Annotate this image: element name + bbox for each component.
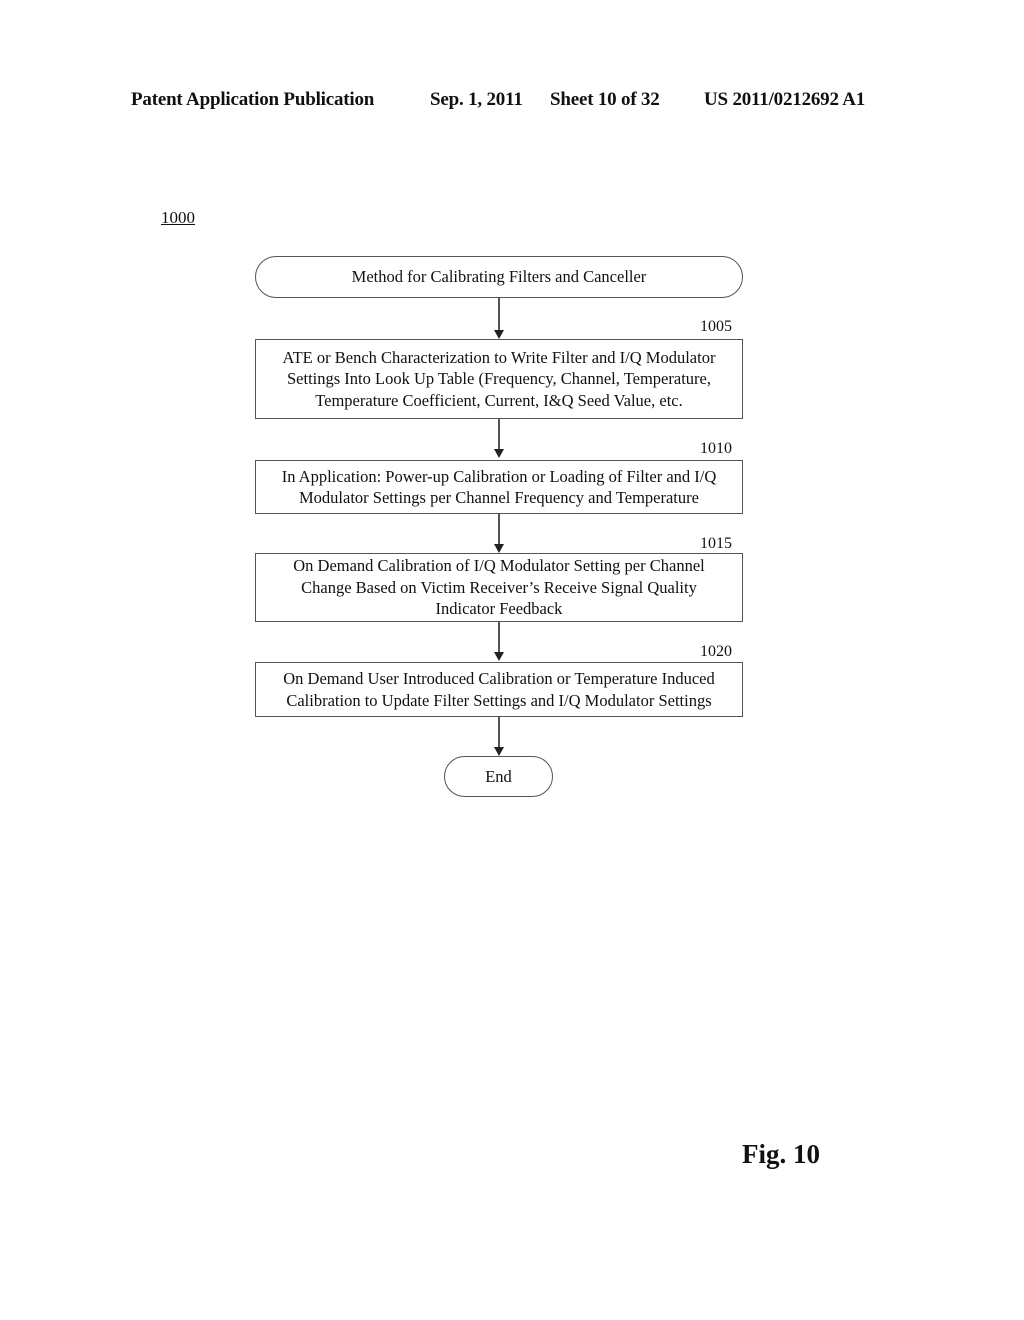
arrow-head-icon bbox=[494, 449, 504, 458]
arrow-head-icon bbox=[494, 652, 504, 661]
step-text-line: Calibration to Update Filter Settings an… bbox=[286, 690, 712, 710]
step-ref-1015: 1015 bbox=[700, 535, 732, 552]
connector-line bbox=[498, 514, 500, 544]
step-ref-1020: 1020 bbox=[700, 643, 732, 660]
publication-type: Patent Application Publication bbox=[131, 89, 375, 110]
step-box-1015: On Demand Calibration of I/Q Modulator S… bbox=[255, 553, 743, 622]
step-text-line: Indicator Feedback bbox=[435, 599, 563, 619]
connector-line bbox=[498, 622, 500, 652]
step-box-1010: In Application: Power-up Calibration or … bbox=[255, 460, 743, 514]
step-text-line: ATE or Bench Characterization to Write F… bbox=[282, 347, 716, 367]
figure-reference-numeral: 1000 bbox=[161, 208, 195, 227]
start-terminal: Method for Calibrating Filters and Cance… bbox=[255, 256, 743, 298]
step-ref-1010: 1010 bbox=[700, 440, 732, 457]
step-text-line: Settings Into Look Up Table (Frequency, … bbox=[286, 369, 711, 389]
step-ref-1005: 1005 bbox=[700, 318, 732, 335]
publication-number: US 2011/0212692 A1 bbox=[704, 89, 866, 110]
step-box-1020: On Demand User Introduced Calibration or… bbox=[255, 662, 743, 717]
step-text-line: Modulator Settings per Channel Frequency… bbox=[299, 488, 699, 507]
step-box-1005: ATE or Bench Characterization to Write F… bbox=[255, 339, 743, 419]
step-text-line: On Demand User Introduced Calibration or… bbox=[283, 669, 715, 688]
connector-line bbox=[498, 717, 500, 747]
step-text-line: On Demand Calibration of I/Q Modulator S… bbox=[293, 556, 705, 576]
step-text-line: Change Based on Victim Receiver’s Receiv… bbox=[301, 577, 697, 597]
figure-label: Fig. 10 bbox=[742, 1139, 820, 1169]
step-text-line: In Application: Power-up Calibration or … bbox=[281, 466, 717, 486]
arrow-head-icon bbox=[494, 747, 504, 756]
arrow-head-icon bbox=[494, 544, 504, 553]
publication-date: Sep. 1, 2011 bbox=[430, 89, 523, 110]
start-label: Method for Calibrating Filters and Cance… bbox=[351, 267, 647, 287]
sheet-number: Sheet 10 of 32 bbox=[550, 89, 660, 110]
end-label: End bbox=[485, 766, 512, 786]
connector-line bbox=[498, 419, 500, 449]
arrow-head-icon bbox=[494, 330, 504, 339]
step-text-line: Temperature Coefficient, Current, I&Q Se… bbox=[315, 390, 683, 410]
connector-line bbox=[498, 298, 500, 330]
end-terminal: End bbox=[444, 756, 553, 797]
